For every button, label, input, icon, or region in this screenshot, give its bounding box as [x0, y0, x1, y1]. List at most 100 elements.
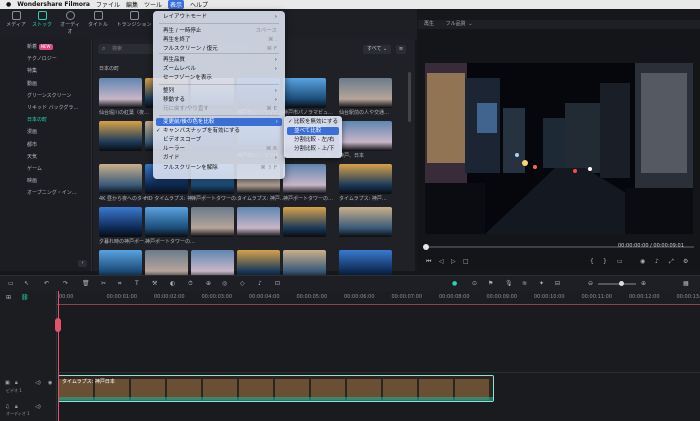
mic-icon[interactable]: 🎙 — [505, 280, 513, 287]
pointer-icon[interactable]: ↖ — [24, 280, 29, 287]
menu-tools[interactable]: ツール — [144, 0, 162, 9]
menu-view[interactable]: 表示 — [168, 0, 185, 9]
sidebar-item-weather[interactable]: 天気 — [0, 151, 91, 163]
stock-thumbnail[interactable] — [99, 121, 142, 151]
link-icon[interactable]: ⛓ — [21, 294, 29, 301]
view-menu-item[interactable]: セーフゾーンを表示 — [163, 74, 281, 82]
sidebar-item-liquid-background[interactable]: リキッド バックグラ… — [0, 102, 91, 114]
color-icon[interactable]: ◐ — [170, 280, 175, 287]
view-menu-item[interactable]: レイアウトモード › — [163, 13, 281, 21]
video-clip[interactable]: タイムラプス: 神戸日本 — [58, 375, 494, 402]
add-track-icon[interactable]: ⊞ — [6, 294, 11, 301]
sidebar-item-japan-town[interactable]: 日本の町 — [0, 114, 91, 126]
snap-icon[interactable]: ⊙ — [472, 280, 477, 287]
voiceover-icon[interactable]: ≋ — [522, 280, 527, 287]
keyframe-icon[interactable]: ◇ — [240, 280, 245, 287]
stock-thumbnail[interactable] — [99, 164, 142, 194]
stock-thumbnail[interactable] — [145, 207, 188, 237]
undo-icon[interactable]: ↶ — [44, 280, 49, 287]
tab-audio[interactable]: オーディオ — [58, 11, 82, 35]
view-menu-item[interactable]: ルーラー ⌘ R — [163, 145, 281, 153]
menu-help[interactable]: ヘルプ — [190, 0, 208, 9]
content-scrollbar[interactable] — [408, 72, 411, 122]
stop-icon[interactable]: □ — [463, 258, 469, 265]
stock-thumbnail[interactable] — [99, 207, 142, 237]
stock-thumbnail[interactable] — [99, 78, 142, 108]
zoom-in-icon[interactable]: ⊕ — [641, 280, 646, 287]
zoom-out-icon[interactable]: ⊖ — [588, 280, 593, 287]
ai-icon[interactable]: ✦ — [539, 280, 544, 287]
stock-thumbnail[interactable] — [191, 207, 234, 237]
settings-icon[interactable]: ⚙ — [683, 258, 688, 265]
view-menu-item[interactable]: フルスクリーンを解除 ⌘ ⇧ F — [163, 164, 281, 172]
view-menu-item[interactable]: ズームレベル › — [163, 65, 281, 73]
stock-thumbnail[interactable] — [283, 164, 326, 194]
sidebar-item-green-screen[interactable]: グリーンスクリーン — [0, 90, 91, 102]
sidebar-item-technology[interactable]: テクノロジー — [0, 53, 91, 65]
stock-thumbnail[interactable] — [283, 207, 326, 237]
view-menu-item[interactable]: 移動する › — [163, 96, 281, 104]
sidebar-item-city[interactable]: 都市 — [0, 139, 91, 151]
sidebar-item-game[interactable]: ゲーム — [0, 163, 91, 175]
filter-icon[interactable]: ≡ — [396, 45, 406, 54]
stock-thumbnail[interactable] — [339, 121, 392, 151]
mark-out-icon[interactable]: } — [603, 258, 607, 265]
tab-stock[interactable]: ストック — [30, 11, 54, 28]
view-menu-item[interactable]: ガイド › — [163, 154, 281, 162]
sidebar-item-new[interactable]: 新着 NEW — [0, 41, 91, 53]
eye-icon[interactable]: ◉ — [48, 380, 52, 386]
view-menu-item[interactable]: 再生 / 一時停止 スペース — [163, 27, 281, 35]
volume-icon[interactable]: ♪ — [655, 258, 659, 265]
quality-dropdown[interactable]: フル品質 — [446, 21, 466, 27]
view-menu-item[interactable]: ✓ キャンバスナップを有効にする — [156, 127, 281, 135]
menu-edit[interactable]: 編集 — [126, 0, 138, 9]
text-icon[interactable]: T — [135, 280, 139, 287]
zoom-slider[interactable] — [598, 283, 636, 285]
preview-scrubber-handle[interactable] — [423, 244, 429, 250]
view-menu-item[interactable]: 再生を終了 ⌘ . — [163, 36, 281, 44]
view-menu-item[interactable]: 元に戻す/やり直す ⌘ E — [163, 105, 281, 113]
tab-titles[interactable]: タイトル — [86, 11, 110, 28]
mark-in-icon[interactable]: { — [590, 258, 594, 265]
split-icon[interactable]: ⊟ — [555, 280, 560, 287]
step-back-icon[interactable]: ◁ — [439, 258, 444, 265]
redo-icon[interactable]: ↷ — [63, 280, 68, 287]
crop-icon[interactable]: ⌗ — [118, 280, 121, 288]
green-screen-icon[interactable]: ⊡ — [275, 280, 280, 287]
snapshot-icon[interactable]: ◉ — [640, 258, 645, 265]
mask-icon[interactable]: ◎ — [222, 280, 227, 287]
stock-thumbnail[interactable] — [283, 78, 326, 108]
playhead-handle[interactable] — [55, 318, 61, 332]
compare-disable-item[interactable]: ✓ 比較を無効にする — [287, 118, 339, 126]
audio-mute-icon[interactable]: ◁) — [35, 404, 41, 410]
layout-icon[interactable]: ▦ — [683, 280, 689, 287]
sidebar-item-movie[interactable]: 映画 — [0, 175, 91, 187]
play-icon[interactable]: ▷ — [451, 258, 456, 265]
apple-icon[interactable]: ● — [6, 1, 11, 8]
audio-icon[interactable]: ♪ — [258, 280, 262, 287]
view-menu-item[interactable]: ビデオスコープ — [163, 136, 281, 144]
app-name[interactable]: Wondershare Filmora — [17, 1, 90, 8]
tab-transitions[interactable]: トランジション — [114, 11, 154, 28]
stock-thumbnail[interactable] — [339, 164, 392, 194]
cut-icon[interactable]: ✂ — [101, 280, 106, 287]
fullscreen-icon[interactable]: ⤢ — [669, 258, 674, 266]
stock-thumbnail[interactable] — [339, 78, 392, 108]
audio-lock-icon[interactable]: 🔒︎ — [15, 404, 18, 410]
tab-media[interactable]: メディア — [4, 11, 28, 28]
sidebar-item-manga[interactable]: 漫画 — [0, 126, 91, 138]
sidebar-item-opening[interactable]: オープニング・イン… — [0, 187, 91, 199]
lock-icon[interactable]: 🔒︎ — [15, 380, 18, 386]
stock-thumbnail[interactable] — [237, 207, 280, 237]
adjust-icon[interactable]: ⚒ — [152, 280, 157, 287]
timeline-ruler[interactable]: 00:00 00:00:01:00 00:00:02:00 00:00:03:00 00… — [57, 291, 700, 305]
render-icon[interactable]: ● — [452, 280, 457, 287]
sidebar-item-featured[interactable]: 特集 — [0, 65, 91, 77]
collapse-sidebar-button[interactable]: ‹ — [78, 260, 87, 267]
compare-split-lr-item[interactable]: 分割比較 - 左/右 — [287, 136, 339, 144]
preview-quality-icon[interactable]: ▭ — [617, 258, 623, 265]
marker-icon[interactable]: ⚑ — [488, 280, 493, 287]
playback-tab[interactable]: 再生 — [424, 21, 434, 27]
delete-icon[interactable]: 🗑 — [82, 280, 90, 287]
filter-dropdown[interactable]: すべて ⌄ — [363, 45, 391, 54]
